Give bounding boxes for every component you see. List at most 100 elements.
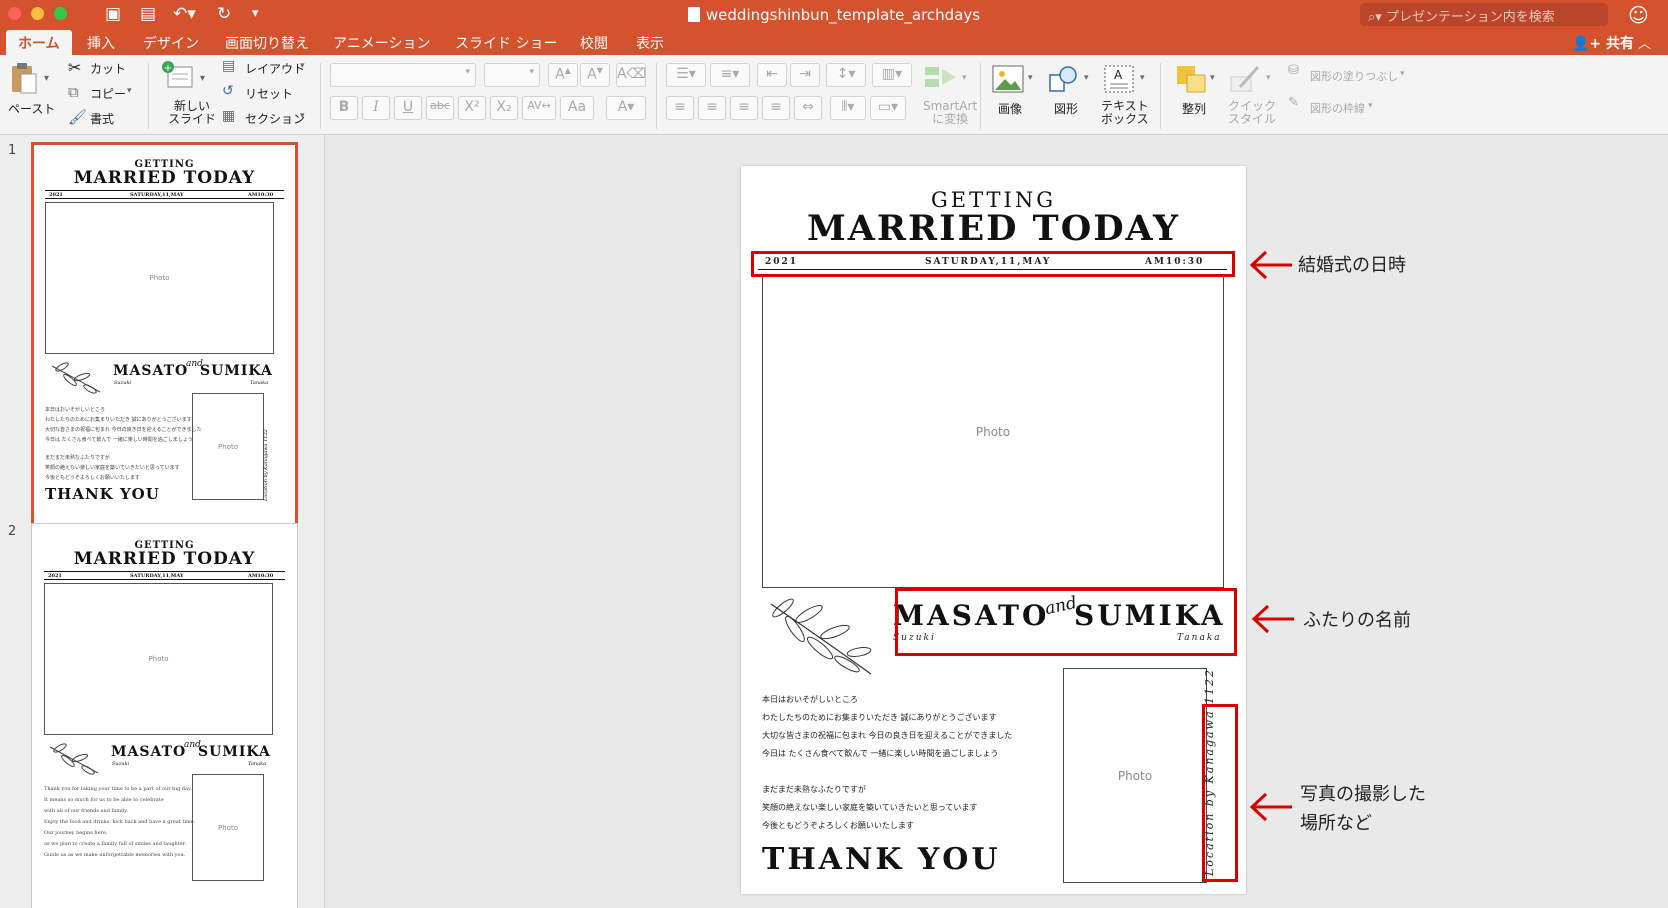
shape-fill-button[interactable]: 図形の塗りつぶし — [1310, 68, 1398, 84]
quick-styles-button[interactable]: クイック スタイル — [1228, 100, 1276, 126]
ribbon-home: ▾ ペースト ✂ カット ⧉ コピー ▾ 🖌 書式 + ▾ 新しい スライド ▤ … — [0, 55, 1668, 135]
layout-dropdown-icon[interactable]: ▾ — [300, 61, 305, 71]
paste-icon[interactable] — [10, 62, 38, 94]
section-dropdown-icon[interactable]: ▾ — [300, 111, 305, 121]
textbox-dropdown-icon[interactable]: ▾ — [1140, 73, 1145, 83]
font-family-select[interactable]: ▾ — [330, 63, 476, 87]
textbox-button[interactable]: テキスト ボックス — [1101, 100, 1149, 126]
tab-slideshow[interactable]: スライド ショー — [455, 33, 557, 53]
search-input[interactable]: ⌕▾ プレゼンテーション内を検索 — [1360, 3, 1608, 26]
numbering-button[interactable]: ≡▾ — [710, 63, 750, 87]
message-line[interactable]: 大切な皆さまの祝福に包まれ 今日の良き日を迎えることができました — [762, 730, 1012, 741]
search-icon: ⌕▾ — [1368, 10, 1386, 25]
change-case-button[interactable]: Aa — [560, 96, 594, 120]
small-photo-placeholder[interactable]: Photo — [1063, 668, 1207, 883]
tab-animations[interactable]: アニメーション — [333, 33, 430, 53]
increase-indent-button[interactable]: ⇥ — [790, 63, 820, 87]
message-line[interactable]: 今後ともどうぞよろしくお願いいたします — [762, 820, 914, 831]
tab-transitions[interactable]: 画面切り替え — [225, 33, 309, 53]
slide-thumbnail-1[interactable]: GETTING MARRIED TODAY 2021 SATURDAY,11,M… — [31, 142, 298, 528]
slide-thumbnail-2[interactable]: GETTING MARRIED TODAY 2021 SATURDAY,11,M… — [31, 523, 298, 908]
message-line[interactable]: 本日はおいそがしいところ — [762, 694, 858, 705]
bold-button[interactable]: B — [330, 96, 358, 120]
share-button[interactable]: 👤+ 共有 — [1572, 33, 1634, 53]
tab-home[interactable]: ホーム — [6, 30, 72, 55]
tab-review[interactable]: 校閲 — [580, 33, 608, 53]
divider-line — [45, 198, 284, 199]
thumb-married-today: MARRIED TODAY — [73, 549, 256, 569]
shapes-button[interactable]: 図形 — [1054, 100, 1078, 117]
line-spacing-button[interactable]: ↕▾ — [826, 63, 866, 87]
slide-thank-you[interactable]: THANK YOU — [762, 842, 1001, 877]
message-line[interactable]: 今日は たくさん食べて飲んで 一緒に楽しい時間を過ごしましょう — [762, 748, 998, 759]
arrange-icon[interactable] — [1176, 65, 1206, 93]
cut-icon: ✂ — [68, 58, 82, 77]
layout-button[interactable]: レイアウト — [245, 60, 305, 77]
font-color-button[interactable]: A▾ — [606, 96, 646, 120]
convert-smartart-button[interactable]: SmartArt に変換 — [923, 100, 977, 126]
main-photo-placeholder[interactable]: Photo — [762, 276, 1224, 588]
distributed-button[interactable]: ⇔ — [794, 96, 822, 120]
align-center-button[interactable]: ≡ — [698, 96, 726, 120]
strikethrough-button[interactable]: abc — [426, 96, 454, 120]
collapse-ribbon-icon[interactable]: ︿ — [1638, 33, 1651, 52]
feedback-smiley-icon[interactable]: ☺ — [1628, 3, 1649, 27]
quick-styles-icon[interactable] — [1230, 65, 1262, 93]
new-slide-button[interactable]: 新しい スライド — [168, 100, 216, 126]
new-slide-icon[interactable]: + — [162, 61, 194, 91]
picture-button[interactable]: 画像 — [998, 100, 1022, 117]
character-spacing-button[interactable]: AV↔ — [522, 96, 556, 120]
section-button[interactable]: セクション — [245, 110, 305, 127]
cut-button[interactable]: カット — [90, 60, 126, 77]
text-direction-button[interactable]: ⫴▾ — [830, 96, 866, 120]
smartart-icon[interactable] — [924, 65, 958, 89]
tab-design[interactable]: デザイン — [143, 33, 199, 53]
italic-button[interactable]: I — [362, 96, 390, 120]
justify-button[interactable]: ≡ — [762, 96, 790, 120]
arrange-button[interactable]: 整列 — [1182, 100, 1206, 117]
olive-branch-icon — [49, 743, 99, 775]
bullets-button[interactable]: ☰▾ — [666, 63, 706, 87]
format-painter-button[interactable]: 書式 — [90, 110, 114, 127]
thumb-message-line: Enjoy the food and drinks, kick back and… — [44, 819, 196, 825]
paste-dropdown-icon[interactable]: ▾ — [44, 73, 49, 84]
reset-button[interactable]: リセット — [245, 85, 293, 102]
underline-button[interactable]: U — [394, 96, 422, 120]
divider-line — [44, 571, 285, 572]
copy-dropdown-icon[interactable]: ▾ — [127, 86, 132, 96]
shapes-icon[interactable] — [1048, 65, 1080, 93]
thumb-groom-surname: Suzuki — [112, 761, 130, 767]
superscript-button[interactable]: X² — [458, 96, 486, 120]
align-right-button[interactable]: ≡ — [730, 96, 758, 120]
new-slide-dropdown-icon[interactable]: ▾ — [200, 73, 205, 84]
textbox-icon[interactable]: A — [1104, 65, 1134, 93]
message-line[interactable]: 笑顔の絶えない楽しい家庭を築いていきたいと思っています — [762, 802, 977, 813]
arrange-dropdown-icon[interactable]: ▾ — [1210, 73, 1215, 83]
message-line[interactable]: わたしたちのためにお集まりいただき 誠にありがとうございます — [762, 712, 997, 723]
increase-font-size-button[interactable]: A▲ — [548, 63, 578, 87]
tab-insert[interactable]: 挿入 — [87, 33, 115, 53]
paste-button[interactable]: ペースト — [8, 100, 55, 117]
shapes-dropdown-icon[interactable]: ▾ — [1084, 73, 1089, 83]
message-line[interactable]: まだまだ未熟なふたりですが — [762, 784, 866, 795]
font-size-select[interactable]: ▾ — [484, 63, 540, 87]
thumb-small-photo: Photo — [192, 774, 264, 881]
decrease-indent-button[interactable]: ⇤ — [757, 63, 787, 87]
clear-formatting-icon[interactable]: A⌫ — [616, 63, 646, 87]
shape-outline-button[interactable]: 図形の枠線 — [1310, 100, 1365, 116]
names-annotation: ふたりの名前 — [1303, 610, 1411, 631]
picture-dropdown-icon[interactable]: ▾ — [1028, 73, 1033, 83]
thumb-photo-placeholder: Photo — [44, 583, 273, 735]
columns-button[interactable]: ▥▾ — [872, 63, 912, 87]
align-left-button[interactable]: ≡ — [666, 96, 694, 120]
subscript-button[interactable]: X₂ — [490, 96, 518, 120]
slide-title[interactable]: MARRIED TODAY — [741, 208, 1246, 249]
ribbon-divider — [148, 63, 149, 129]
thumb-message-line: Thank you for taking your time to be a p… — [44, 786, 192, 792]
copy-button[interactable]: コピー — [90, 85, 126, 102]
tab-view[interactable]: 表示 — [636, 33, 664, 53]
picture-icon[interactable] — [992, 65, 1024, 93]
divider-line — [44, 579, 285, 580]
decrease-font-size-button[interactable]: A▼ — [580, 63, 610, 87]
align-text-button[interactable]: ▭▾ — [870, 96, 906, 120]
